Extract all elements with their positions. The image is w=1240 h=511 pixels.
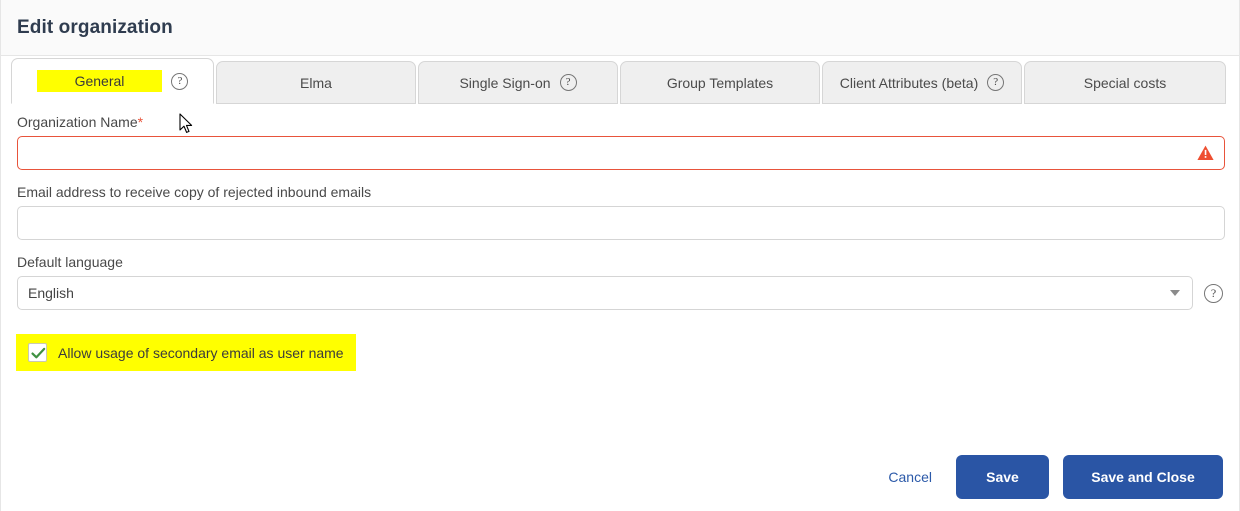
secondary-email-checkbox-row[interactable]: Allow usage of secondary email as user n… xyxy=(16,334,356,371)
question-circle-icon[interactable]: ? xyxy=(559,74,577,91)
default-language-label: Default language xyxy=(17,254,123,270)
page-title: Edit organization xyxy=(17,16,173,38)
chevron-down-icon[interactable] xyxy=(1170,290,1180,296)
organization-name-label-text: Organization Name xyxy=(17,114,138,130)
rejected-email-input[interactable] xyxy=(17,206,1225,240)
check-icon xyxy=(31,347,46,359)
card-footer: Cancel Save Save and Close xyxy=(1,443,1239,511)
rejected-email-input-wrap xyxy=(17,206,1225,240)
tab-special-costs-label: Special costs xyxy=(1083,74,1167,91)
organization-name-input[interactable] xyxy=(17,136,1225,170)
tab-client-attributes-label: Client Attributes (beta) xyxy=(839,74,979,91)
tab-general-label: General xyxy=(36,70,163,92)
rejected-email-label: Email address to receive copy of rejecte… xyxy=(17,184,372,200)
tab-group-templates-label: Group Templates xyxy=(666,74,774,91)
question-circle-icon[interactable]: ? xyxy=(1204,283,1223,303)
default-language-value: English xyxy=(28,285,74,301)
form-body: Organization Name* Email address to rece… xyxy=(1,104,1239,371)
organization-name-input-wrap xyxy=(17,136,1225,170)
secondary-email-checkbox[interactable] xyxy=(28,343,47,362)
tab-single-sign-on[interactable]: Single Sign-on ? xyxy=(418,61,618,104)
card-header: Edit organization xyxy=(1,0,1239,56)
secondary-email-checkbox-label: Allow usage of secondary email as user n… xyxy=(58,344,344,361)
required-marker: * xyxy=(137,114,144,130)
tab-client-attributes[interactable]: Client Attributes (beta) ? xyxy=(822,61,1022,104)
edit-organization-card: Edit organization General ? Elma Single … xyxy=(0,0,1240,511)
field-organization-name: Organization Name* xyxy=(17,114,1225,170)
tab-special-costs[interactable]: Special costs xyxy=(1024,61,1226,104)
save-button[interactable]: Save xyxy=(956,455,1049,499)
field-rejected-email: Email address to receive copy of rejecte… xyxy=(17,184,1225,240)
question-circle-icon[interactable]: ? xyxy=(171,72,189,90)
default-language-select[interactable]: English xyxy=(17,276,1193,310)
tab-general[interactable]: General ? xyxy=(11,58,214,104)
tab-bar: General ? Elma Single Sign-on ? Group Te… xyxy=(1,56,1239,104)
tab-group-templates[interactable]: Group Templates xyxy=(620,61,820,104)
cancel-button[interactable]: Cancel xyxy=(878,463,942,491)
tab-elma-label: Elma xyxy=(300,74,332,91)
organization-name-label: Organization Name* xyxy=(17,114,1223,130)
tab-elma[interactable]: Elma xyxy=(216,61,416,104)
tab-single-sign-on-label: Single Sign-on xyxy=(459,74,551,91)
field-default-language: Default language English ? xyxy=(17,254,1223,310)
default-language-row: English ? xyxy=(17,276,1223,310)
save-and-close-button[interactable]: Save and Close xyxy=(1063,455,1223,499)
question-circle-icon[interactable]: ? xyxy=(987,74,1005,91)
